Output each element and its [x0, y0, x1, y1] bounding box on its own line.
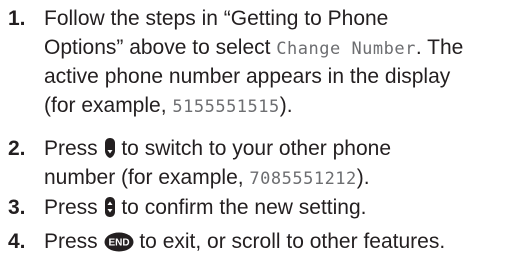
step-text: Press END to exit, or scroll to other fe… [44, 227, 524, 256]
step-text: Follow the steps in “Getting to Phone Op… [44, 7, 464, 117]
display-text-phone-number: 5155551515 [172, 97, 280, 117]
step-number: 3. [8, 196, 26, 219]
step-number: 1. [8, 7, 26, 30]
select-ok-key-icon [104, 196, 116, 226]
step-number: 4. [8, 230, 26, 253]
instruction-list: 1. Follow the steps in “Getting to Phone… [0, 0, 527, 267]
step-number: 2. [8, 137, 26, 160]
step-text: Press to switch to your other phone numb… [44, 137, 392, 189]
end-key-icon: END [104, 231, 134, 260]
end-key-label: END [108, 238, 129, 249]
display-text-phone-number: 7085551212 [249, 169, 357, 189]
step-text: Press to confirm the new setting. [44, 193, 524, 222]
display-text-change-number: Change Number [276, 39, 416, 59]
